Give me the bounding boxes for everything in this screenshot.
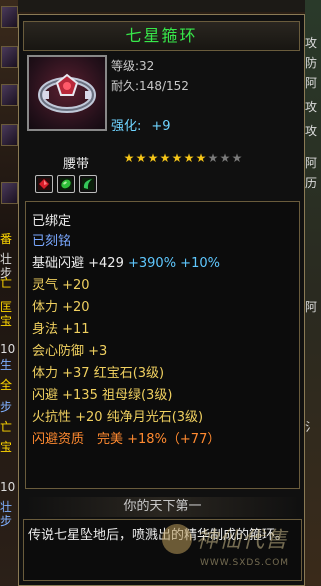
base-dodge-bonus: +390% +10% — [127, 256, 220, 271]
background-label: 氵 — [305, 420, 318, 434]
attribute-list: 已绑定 已刻铭 基础闪避 +429 +390% +10% 灵气 +20 体力 +… — [25, 201, 300, 489]
background-label: 亡 — [0, 276, 13, 290]
background-slot-icon — [1, 124, 18, 146]
star-filled-icon: ★ — [171, 151, 183, 165]
moonstone-socket-icon — [79, 175, 97, 193]
watermark-text: 神仙代售 — [196, 528, 289, 553]
belt-item-icon — [38, 73, 96, 113]
site-watermark: 神仙代售 WWW.SXDS.COM — [160, 520, 308, 580]
attribute-row: 身法 +11 — [32, 322, 90, 337]
background-top-bar — [18, 0, 305, 12]
background-slot-icon — [1, 6, 18, 28]
background-right-panel: 攻 防 阿 攻 攻 阿 历 阿 氵 — [305, 0, 321, 586]
background-left-panel: 番 壮步 亡 匡宝 10 生 全 步 亡 宝 10 壮步 — [0, 0, 18, 586]
star-filled-icon: ★ — [159, 151, 171, 165]
item-durability: 耐久:148/152 — [111, 79, 189, 93]
background-label: 攻 — [305, 36, 318, 50]
quality-stars: ★★★★★★★★★★ — [123, 151, 243, 165]
background-label: 全 — [0, 378, 13, 392]
base-dodge-attribute: 基础闪避 +429 +390% +10% — [32, 252, 220, 271]
star-empty-icon: ★ — [231, 151, 243, 165]
background-label: 阿 — [305, 156, 318, 170]
engraved-status: 已刻铭 — [32, 234, 72, 249]
star-filled-icon: ★ — [123, 151, 135, 165]
star-empty-icon: ★ — [219, 151, 231, 165]
background-label: 生 — [0, 358, 13, 372]
star-empty-icon: ★ — [207, 151, 219, 165]
attribute-row: 体力 +20 — [32, 300, 90, 315]
dodge-aptitude-row: 闪避资质 完美 +18%（+77） — [32, 432, 221, 447]
mascot-logo-icon — [162, 524, 192, 554]
description-section-title: 你的天下第一 — [25, 497, 300, 517]
star-filled-icon: ★ — [135, 151, 147, 165]
item-name-title: 七星箍环 — [23, 21, 300, 51]
background-label: 10 — [0, 342, 16, 356]
background-label: 阿 — [305, 300, 318, 314]
bound-status: 已绑定 — [32, 214, 72, 229]
background-label: 阿 — [305, 76, 318, 90]
gem-attribute-row: 体力 +37 红宝石(3级) — [32, 366, 165, 381]
enhance-label: 强化: — [111, 119, 142, 134]
item-category: 腰带 — [63, 157, 90, 172]
attribute-row: 会心防御 +3 — [32, 344, 108, 359]
star-filled-icon: ★ — [147, 151, 159, 165]
enhance-value: +9 — [151, 119, 171, 134]
background-label: 步 — [0, 400, 13, 414]
watermark-url: WWW.SXDS.COM — [200, 558, 290, 568]
background-label: 宝 — [0, 440, 13, 454]
background-label: 匡宝 — [0, 300, 13, 328]
background-label: 防 — [305, 56, 318, 70]
background-label: 攻 — [305, 124, 318, 138]
item-level: 等级:32 — [111, 59, 155, 73]
ruby-socket-icon — [35, 175, 53, 193]
star-filled-icon: ★ — [195, 151, 207, 165]
background-label: 亡 — [0, 420, 13, 434]
item-enhance: 强化: +9 — [111, 115, 171, 134]
item-icon-frame — [27, 55, 107, 131]
attribute-row: 灵气 +20 — [32, 278, 90, 293]
background-label: 10 — [0, 480, 16, 494]
background-label: 壮步 — [0, 500, 13, 528]
emerald-socket-icon — [57, 175, 75, 193]
background-label: 番 — [0, 232, 13, 246]
star-filled-icon: ★ — [183, 151, 195, 165]
gem-attribute-row: 火抗性 +20 纯净月光石(3级) — [32, 410, 204, 425]
base-dodge-text: 基础闪避 +429 +390% +10% — [32, 256, 220, 271]
item-tooltip-panel: 七星箍环 等级:32 耐久:148/152 强化: +9 腰带 ★★★★★★★★★… — [18, 14, 305, 586]
background-label: 历 — [305, 176, 318, 190]
gem-attribute-row: 闪避 +135 祖母绿(3级) — [32, 388, 173, 403]
background-slot-icon — [1, 46, 18, 68]
background-slot-icon — [1, 182, 18, 204]
background-slot-icon — [1, 84, 18, 106]
background-label: 攻 — [305, 100, 318, 114]
